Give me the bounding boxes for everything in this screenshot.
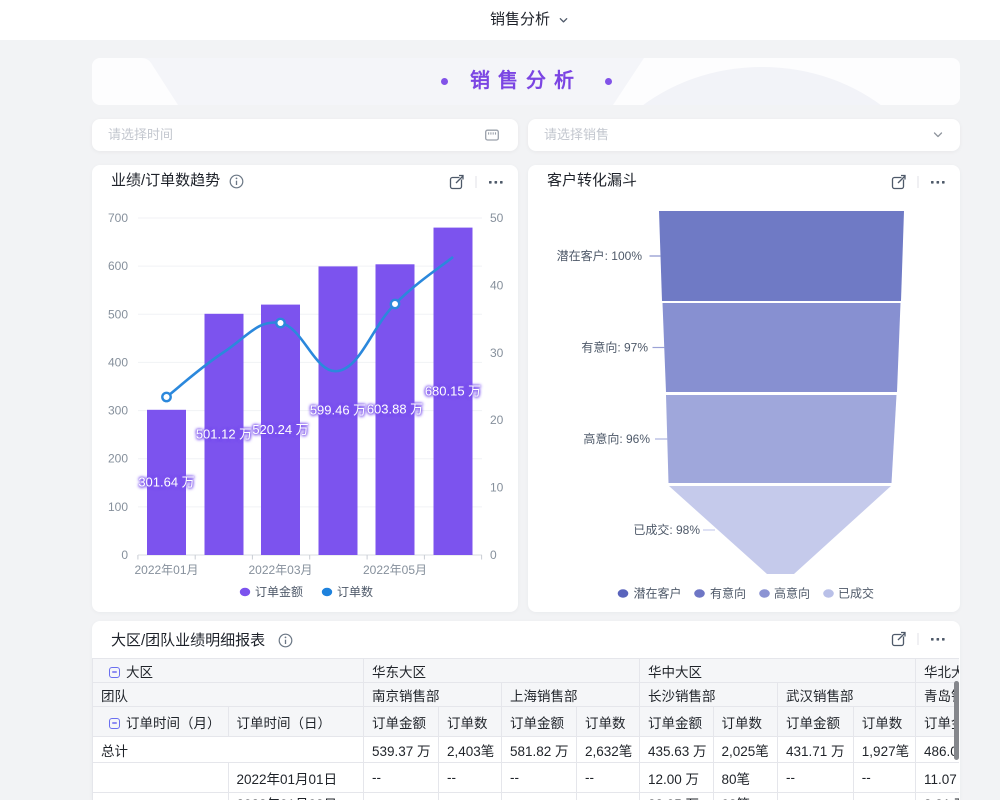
svg-text:订单金额: 订单金额 [255, 584, 303, 599]
svg-text:400: 400 [108, 355, 128, 369]
svg-text:700: 700 [108, 211, 128, 225]
svg-text:500: 500 [108, 307, 128, 321]
svg-text:已成交: 98%: 已成交: 98% [633, 522, 700, 537]
svg-text:20: 20 [490, 413, 504, 427]
svg-text:603.88 万: 603.88 万 [367, 402, 423, 417]
svg-text:高意向: 96%: 高意向: 96% [583, 431, 650, 446]
svg-text:40: 40 [490, 278, 504, 292]
svg-text:0: 0 [490, 548, 497, 562]
svg-text:订单数: 订单数 [337, 584, 373, 599]
svg-text:30: 30 [490, 346, 504, 360]
svg-text:301.64 万: 301.64 万 [138, 474, 194, 489]
svg-text:有意向: 有意向 [710, 586, 746, 601]
svg-text:10: 10 [490, 481, 504, 495]
svg-text:501.12 万: 501.12 万 [196, 426, 252, 441]
svg-text:潜在客户: 100%: 潜在客户: 100% [557, 248, 643, 263]
svg-text:2022年03月: 2022年03月 [248, 563, 312, 577]
svg-text:599.46 万: 599.46 万 [310, 403, 366, 418]
svg-text:300: 300 [108, 404, 128, 418]
svg-text:200: 200 [108, 452, 128, 466]
svg-text:高意向: 高意向 [774, 586, 810, 601]
svg-text:600: 600 [108, 259, 128, 273]
svg-text:100: 100 [108, 500, 128, 514]
svg-text:有意向: 97%: 有意向: 97% [581, 340, 648, 355]
svg-text:2022年05月: 2022年05月 [363, 563, 427, 577]
svg-text:潜在客户: 潜在客户 [634, 586, 682, 601]
svg-text:2022年01月: 2022年01月 [134, 563, 198, 577]
svg-text:50: 50 [490, 211, 504, 225]
svg-text:680.15 万: 680.15 万 [425, 383, 481, 398]
svg-text:520.24 万: 520.24 万 [252, 422, 308, 437]
svg-text:已成交: 已成交 [838, 586, 874, 601]
svg-text:0: 0 [121, 548, 128, 562]
